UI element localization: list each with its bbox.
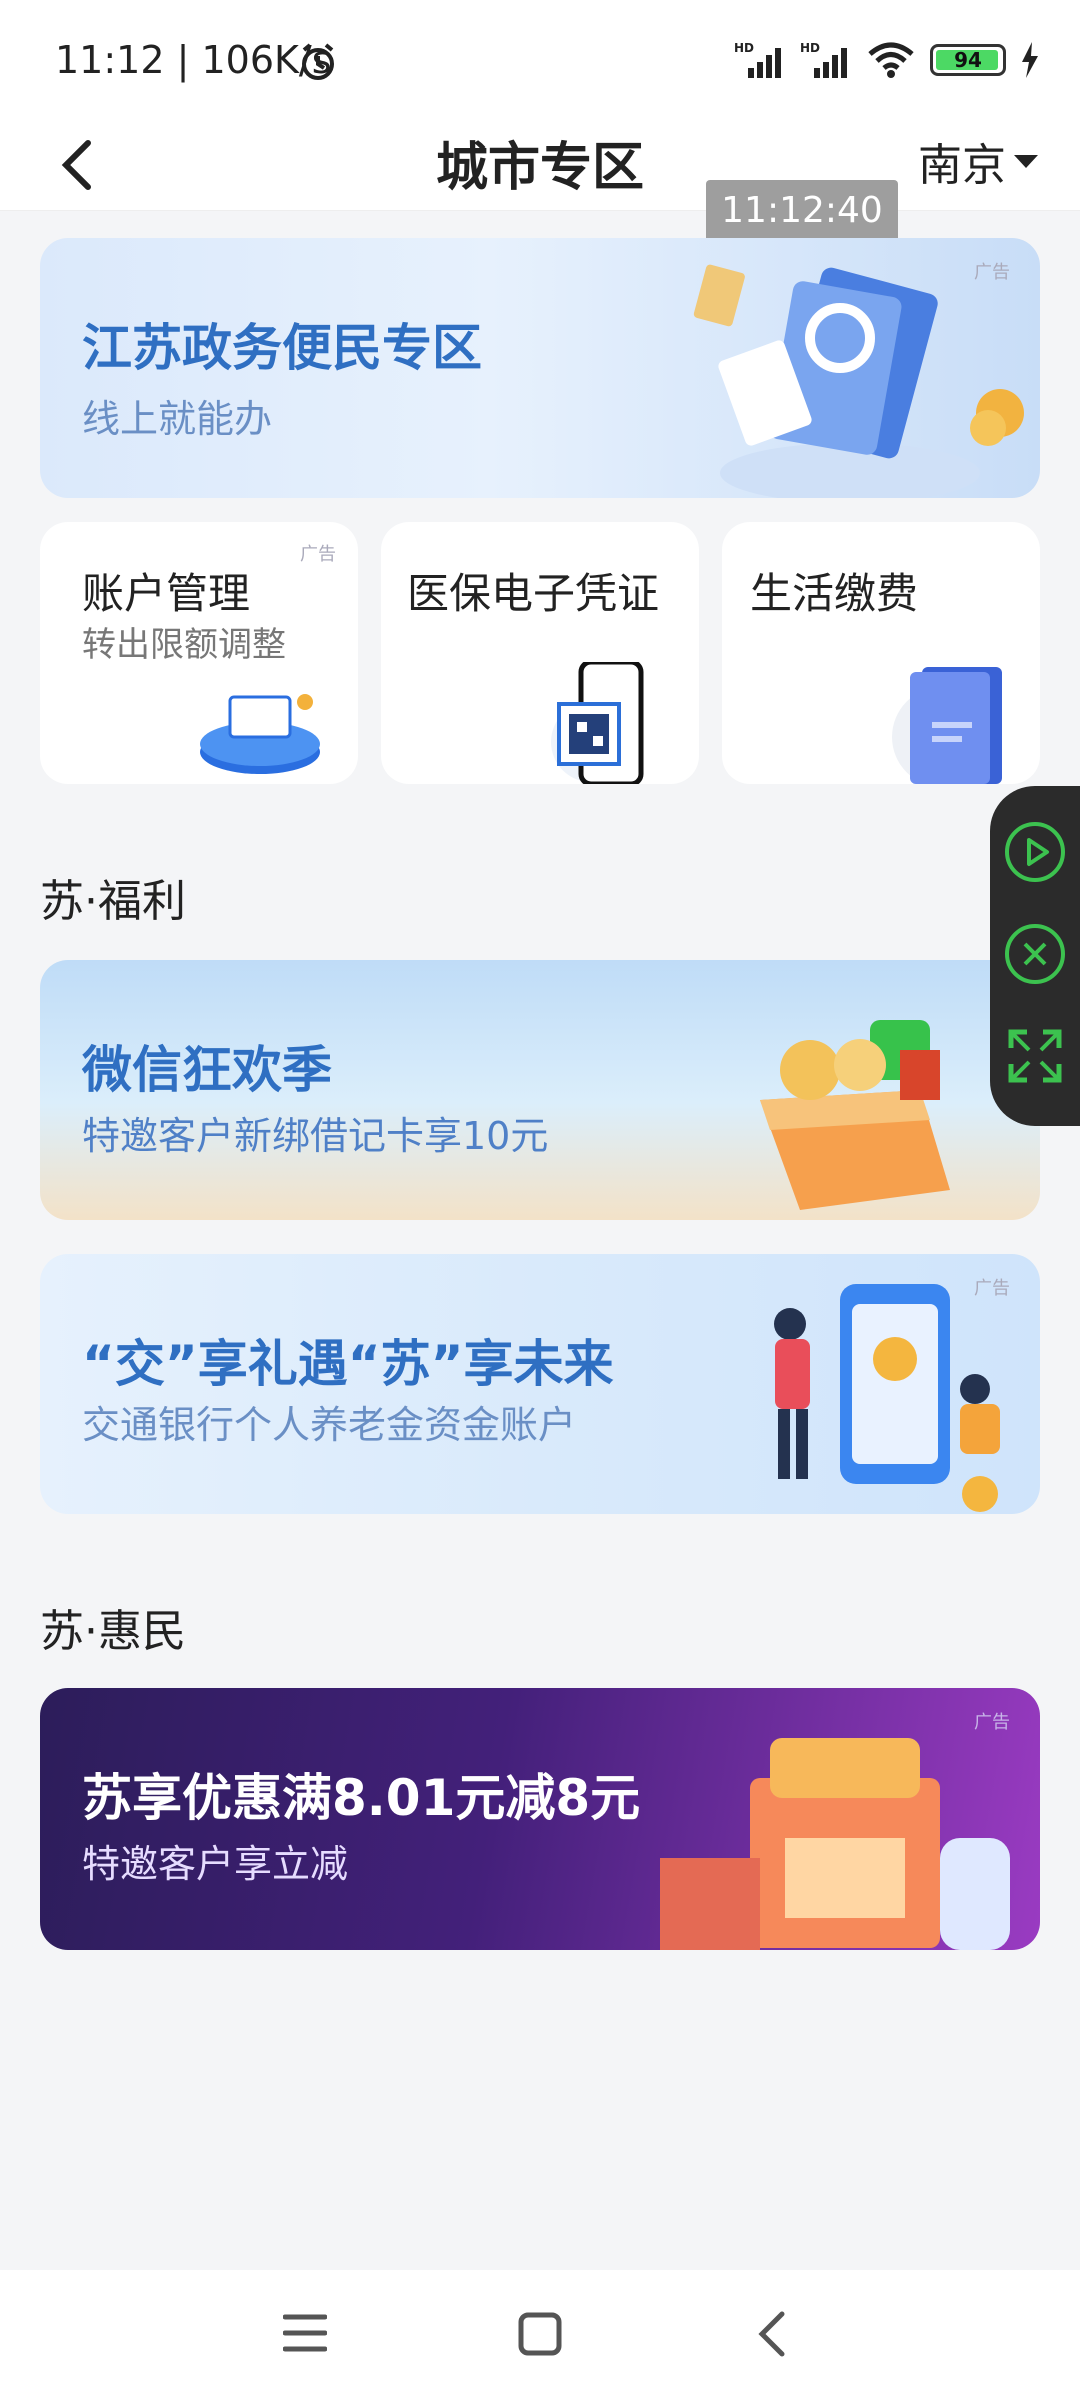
ad-tag: 广告 — [300, 544, 336, 565]
banner-title: 江苏政务便民专区 — [82, 319, 482, 377]
charging-icon — [1022, 42, 1038, 78]
floating-recorder-panel — [990, 786, 1080, 1126]
timestamp-overlay: 11:12:40 — [706, 180, 898, 242]
wechat-carnival-banner[interactable]: 微信狂欢季 特邀客户新绑借记卡享10元 — [40, 960, 1040, 1220]
wifi-icon — [868, 42, 914, 78]
svg-text:HD: HD — [734, 41, 754, 55]
tile-title: 生活缴费 — [750, 569, 919, 618]
discount-promo-banner[interactable]: 广告 苏享优惠满8.01元减8元 特邀客户享立减 — [40, 1688, 1040, 1950]
tile-subtitle: 转出限额调整 — [82, 625, 286, 665]
document-illustration-icon — [693, 264, 1024, 498]
people-phone-illustration-icon — [774, 1284, 1000, 1512]
shop-illustration-icon — [660, 1738, 1010, 1950]
status-bar: 11:12 | 106K/s HD HD 94 — [0, 0, 1080, 115]
signal-icon-2: HD — [800, 41, 847, 78]
bill-book-icon — [892, 667, 1002, 784]
system-nav-bar — [0, 2270, 1080, 2400]
svg-text:HD: HD — [800, 41, 820, 55]
laptop-illustration-icon — [200, 694, 320, 774]
tile-title: 医保电子凭证 — [407, 569, 660, 618]
nav-back-icon[interactable] — [756, 2310, 786, 2358]
expand-icon[interactable] — [1003, 1024, 1067, 1088]
home-icon[interactable] — [518, 2312, 562, 2356]
signal-icon: HD — [734, 41, 781, 78]
dropdown-caret-icon — [1014, 155, 1038, 168]
play-icon[interactable] — [1003, 820, 1067, 884]
banner-subtitle: 线上就能办 — [82, 397, 273, 441]
section-title-welfare: 苏·福利 — [40, 876, 186, 927]
banner-title: 苏享优惠满8.01元减8元 — [82, 1769, 641, 1827]
pension-account-banner[interactable]: 广告 “交”享礼遇“苏”享未来 交通银行个人养老金资金账户 — [40, 1254, 1040, 1514]
banner-subtitle: 交通银行个人养老金资金账户 — [82, 1403, 577, 1447]
alarm-icon — [302, 43, 334, 80]
city-label: 南京 — [918, 140, 1006, 191]
account-management-tile[interactable]: 广告 账户管理 转出限额调整 — [40, 522, 358, 784]
status-icons: HD HD 94 — [734, 38, 1040, 82]
banner-title: “交”享礼遇“苏”享未来 — [82, 1335, 614, 1393]
tile-title: 账户管理 — [82, 569, 251, 618]
qr-phone-icon — [551, 662, 644, 784]
banner-title: 微信狂欢季 — [82, 1041, 332, 1099]
top-app-bar: 城市专区 南京 — [0, 115, 1080, 211]
menu-icon[interactable] — [283, 2313, 327, 2353]
banner-subtitle: 特邀客户享立减 — [82, 1842, 349, 1886]
close-icon[interactable] — [1003, 922, 1067, 986]
banner-subtitle: 特邀客户新绑借记卡享10元 — [82, 1114, 549, 1158]
medical-insurance-tile[interactable]: 医保电子凭证 — [381, 522, 699, 784]
utility-payment-tile[interactable]: 生活缴费 — [722, 522, 1040, 784]
city-selector[interactable]: 南京 — [918, 129, 1038, 193]
battery-level: 94 — [954, 48, 982, 72]
status-time: 11:12 | 106K/s — [55, 38, 332, 82]
battery-icon: 94 — [930, 44, 1006, 76]
gov-service-banner[interactable]: 广告 江苏政务便民专区 线上就能办 — [40, 238, 1040, 498]
section-title-benefit: 苏·惠民 — [40, 1606, 186, 1657]
